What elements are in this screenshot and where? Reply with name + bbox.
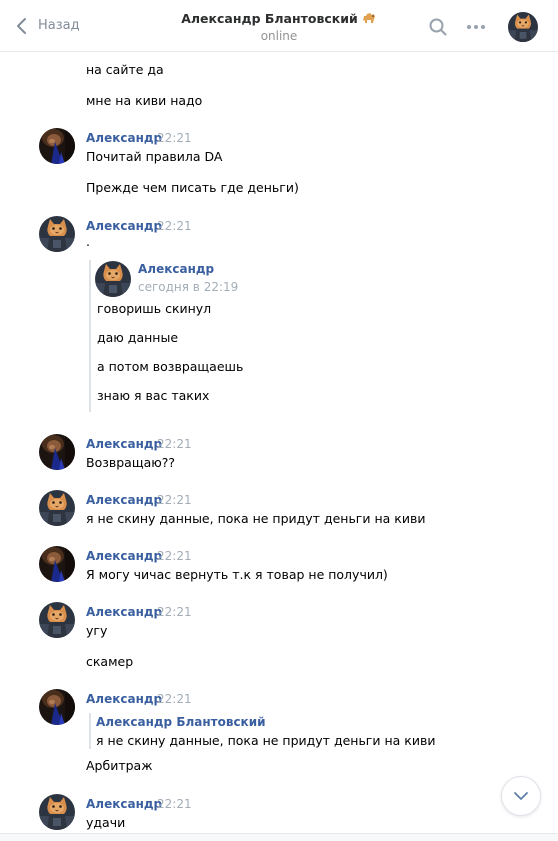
message-author[interactable]: Александр [86, 797, 162, 811]
message-text: Я могу чичас вернуть т.к я товар не полу… [86, 567, 388, 582]
avatar[interactable] [39, 434, 75, 470]
forwarded-text: а потом возвращаешь [97, 359, 244, 374]
message-text: Возвращаю?? [86, 455, 176, 470]
dog-emoji-icon [362, 13, 375, 23]
more-dots-icon[interactable] [466, 24, 486, 30]
online-status: online [260, 29, 298, 43]
forwarded-text: говоришь скинул [97, 301, 212, 316]
message-time[interactable]: 22:21 [157, 437, 192, 451]
chevron-down-icon [514, 792, 528, 800]
message-author[interactable]: Александр [86, 493, 162, 507]
message-text: Почитай правила DA [86, 149, 223, 164]
chat-header: Назад Александр Блантовский online [0, 0, 558, 52]
message-author[interactable]: Александр [86, 605, 162, 619]
message-text: Арбитраж [86, 758, 153, 773]
scroll-down-button[interactable] [501, 776, 541, 816]
chat-title-text[interactable]: Александр Блантовский [181, 11, 358, 26]
message-author[interactable]: Александр [86, 549, 162, 563]
message-time[interactable]: 22:21 [157, 797, 192, 811]
chat-avatar[interactable] [508, 12, 538, 42]
message-text: . [86, 234, 90, 249]
message-time[interactable]: 22:21 [157, 692, 192, 706]
avatar[interactable] [39, 546, 75, 582]
forwarded-avatar[interactable] [95, 261, 131, 297]
avatar[interactable] [39, 128, 75, 164]
reply-author[interactable]: Александр Блантовский [96, 715, 266, 729]
forwarded-time[interactable]: сегодня в 22:19 [138, 280, 238, 294]
forwarded-text: знаю я вас таких [97, 388, 210, 403]
message-author[interactable]: Александр [86, 692, 162, 706]
message-author[interactable]: Александр [86, 219, 162, 233]
reply-bar [89, 713, 91, 749]
avatar[interactable] [39, 794, 75, 830]
message-text: скамер [86, 654, 134, 669]
message-time[interactable]: 22:21 [157, 605, 192, 619]
forwarded-author[interactable]: Александр [138, 262, 214, 276]
message-time[interactable]: 22:21 [157, 493, 192, 507]
forwarded-text: даю данные [97, 330, 179, 345]
reply-text[interactable]: я не скину данные, пока не придут деньги… [96, 733, 435, 748]
message-time[interactable]: 22:21 [157, 219, 192, 233]
forwarded-bar [89, 260, 91, 412]
message-time[interactable]: 22:21 [157, 131, 192, 145]
message-text: угу [86, 623, 108, 638]
avatar[interactable] [39, 602, 75, 638]
message-text: удачи [86, 815, 126, 830]
message-author[interactable]: Александр [86, 131, 162, 145]
message-time[interactable]: 22:21 [157, 549, 192, 563]
avatar[interactable] [39, 689, 75, 725]
message-text: я не скину данные, пока не придут деньги… [86, 511, 426, 526]
avatar[interactable] [39, 216, 75, 252]
message-text: на сайте да [86, 62, 164, 77]
search-icon[interactable] [429, 18, 447, 36]
avatar[interactable] [39, 490, 75, 526]
message-author[interactable]: Александр [86, 437, 162, 451]
message-text: мне на киви надо [86, 93, 203, 108]
composer-area [0, 834, 558, 841]
message-text: Прежде чем писать где деньги) [86, 180, 299, 195]
